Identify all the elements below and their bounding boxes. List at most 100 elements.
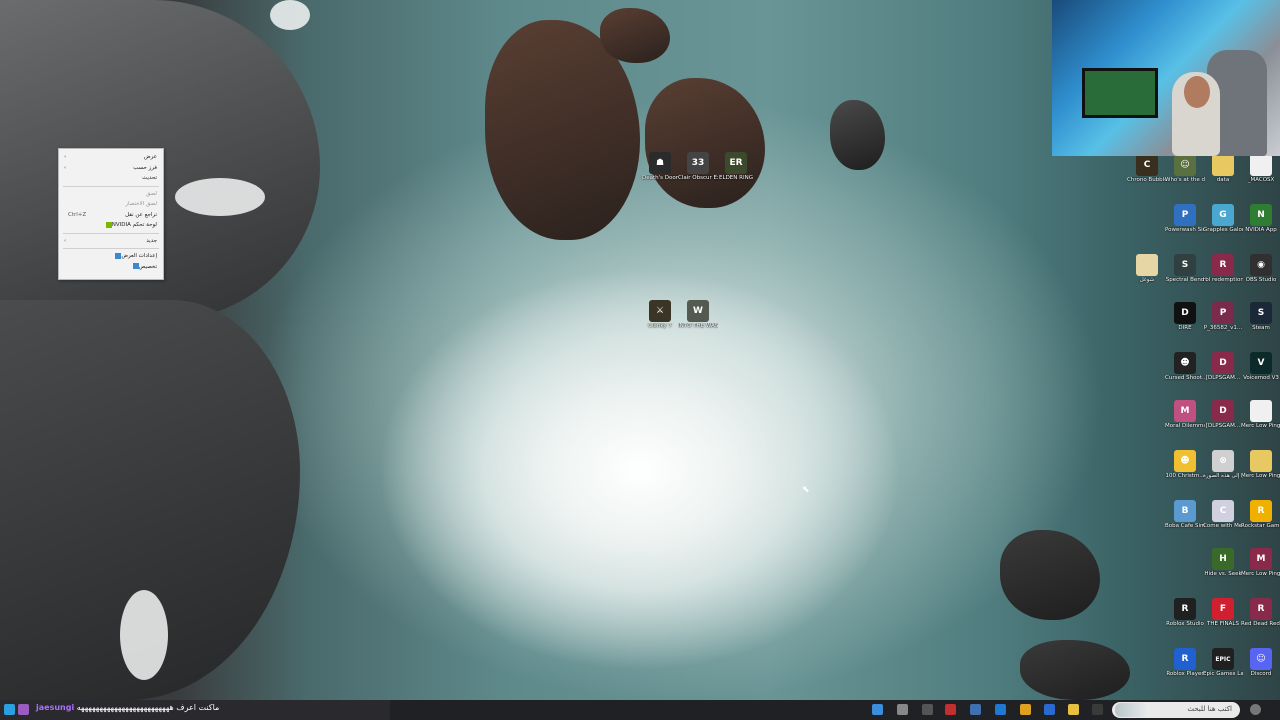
- desktop-icon-label: Boba Cafe Simulat...: [1165, 523, 1205, 529]
- desktop-icon[interactable]: P P_36582_v1...: [1203, 302, 1243, 332]
- desktop-icon[interactable]: Rrbl redemption: [1203, 254, 1243, 284]
- menu-item[interactable]: تحديث: [59, 173, 163, 184]
- desktop-icon[interactable]: data: [1203, 154, 1243, 184]
- desktop-icon[interactable]: ☻ Cursed Shoot...: [1165, 352, 1205, 382]
- desktop-icon-label: Clair Obscur Expedition 33: [678, 175, 718, 181]
- desktop-icon[interactable]: F THE FINALS: [1203, 598, 1243, 628]
- desktop-icon[interactable]: H Hide vs. Seek: [1203, 548, 1243, 578]
- menu-item[interactable]: لوحة تحكم NVIDIA: [59, 220, 163, 231]
- menu-separator: [63, 185, 159, 187]
- desktop-icon[interactable]: V Voicemod V3: [1241, 352, 1280, 382]
- desktop-icon[interactable]: S Spectral Bend: [1165, 254, 1205, 284]
- file-explorer-icon[interactable]: [1068, 704, 1079, 715]
- desktop-icon-label: Come with Me...: [1203, 523, 1243, 529]
- stream-chat-bar: jaesungi ماكنت اعرف هههههههههههههههههههه…: [0, 700, 390, 720]
- desktop-icon[interactable]: ☺Who's at the door Demo: [1165, 154, 1205, 184]
- desktop-icon[interactable]: _MACOSX: [1241, 154, 1280, 184]
- app-icon[interactable]: [4, 704, 15, 715]
- desktop-icon[interactable]: S Steam: [1241, 302, 1280, 332]
- menu-separator: [63, 248, 159, 249]
- desktop-icon[interactable]: R Roblox Player: [1165, 648, 1205, 678]
- app-icon: [1250, 450, 1272, 472]
- pinned-app-icon[interactable]: [995, 704, 1006, 715]
- submenu-arrow-icon: ‹: [64, 237, 67, 244]
- menu-item: لصق: [59, 189, 163, 200]
- pinned-app-icon[interactable]: [872, 704, 883, 715]
- app-icon: N: [1250, 204, 1272, 226]
- menu-shortcut: Ctrl+Z: [68, 211, 87, 218]
- desktop-icon-label: Rockstar Games: [1241, 523, 1280, 529]
- desktop-icon[interactable]: ☻ 100 Christm...: [1165, 450, 1205, 480]
- desktop-icon[interactable]: ◉ OBS Studio: [1241, 254, 1280, 284]
- desktop-icon[interactable]: RRockstar Games: [1241, 500, 1280, 530]
- app-icon[interactable]: [18, 704, 29, 715]
- desktop-icon[interactable]: EPICEpic Games Launcher: [1203, 648, 1243, 678]
- desktop-icon[interactable]: R Roblox Studio: [1165, 598, 1205, 628]
- desktop-icon[interactable]: 33Clair Obscur Expedition 33: [678, 152, 718, 182]
- menu-item[interactable]: جديد ‹: [59, 236, 163, 247]
- menu-item[interactable]: تخصيص: [59, 262, 163, 273]
- desktop-icon-label: Grapples Galore: [1203, 227, 1243, 233]
- desktop-icon[interactable]: N NVIDIA App: [1241, 204, 1280, 234]
- webcam-overlay: [1052, 0, 1280, 156]
- desktop-icon[interactable]: ☗ Death's Door: [640, 152, 680, 182]
- pinned-app-icon[interactable]: [1044, 704, 1055, 715]
- desktop-icon-label: NVIDIA App: [1245, 227, 1277, 233]
- submenu-arrow-icon: ‹: [64, 164, 67, 171]
- settings-icon[interactable]: [897, 704, 908, 715]
- desktop-icon[interactable]: RRed Dead Redempti...: [1241, 598, 1280, 628]
- app-icon: ☗: [649, 152, 671, 174]
- desktop-icon[interactable]: CChrono Bubble T: [1127, 154, 1167, 184]
- pinned-app-icon[interactable]: [922, 704, 933, 715]
- webcam-monitor: [1082, 68, 1158, 118]
- desktop-icon[interactable]: MMoral Dilemma T...: [1165, 400, 1205, 430]
- desktop-icon-label: Merc Low Ping-2025...: [1241, 473, 1280, 479]
- app-icon: ⚔: [649, 300, 671, 322]
- menu-item[interactable]: إعدادات العرض: [59, 251, 163, 262]
- desktop-icon[interactable]: شوغل: [1127, 254, 1167, 284]
- desktop-icon-label: Moral Dilemma T...: [1165, 423, 1205, 429]
- desktop-icon[interactable]: GGrapples Galore: [1203, 204, 1243, 234]
- desktop-icon[interactable]: D [DLPSGAM...: [1203, 352, 1243, 382]
- pinned-app-icon[interactable]: [970, 704, 981, 715]
- desktop-icon[interactable]: ⊗عرف إلى هذه الصورة: [1203, 450, 1243, 480]
- app-icon: [1250, 154, 1272, 176]
- chrome-icon[interactable]: [1020, 704, 1031, 715]
- chat-message: ماكنت اعرف هههههههههههههههههههههههههه: [76, 703, 220, 712]
- desktop-icon[interactable]: ☺ Discord: [1241, 648, 1280, 678]
- pinned-app-icon[interactable]: [945, 704, 956, 715]
- desktop-icon[interactable]: ⚔ Clanky 7: [640, 300, 680, 330]
- desktop-icon[interactable]: CCome with Me...: [1203, 500, 1243, 530]
- desktop-icon-label: Spectral Bend: [1165, 277, 1205, 283]
- app-icon: G: [1212, 204, 1234, 226]
- desktop-icon[interactable]: Merc Low Ping-2025...: [1241, 450, 1280, 480]
- menu-item-label: جديد: [146, 237, 157, 244]
- desktop-icon[interactable]: MMerc Low Ping-2025...: [1241, 548, 1280, 578]
- app-icon: S: [1174, 254, 1196, 276]
- submenu-arrow-icon: ‹: [64, 154, 67, 160]
- desktop-icon[interactable]: BBoba Cafe Simulat...: [1165, 500, 1205, 530]
- desktop-icon-label: Who's at the door Demo: [1165, 177, 1205, 183]
- menu-item[interactable]: عرض ‹: [59, 152, 163, 163]
- desktop-icon-label: OBS Studio: [1245, 277, 1277, 283]
- desktop-icon-label: Merc Low Ping-2025...: [1241, 571, 1280, 577]
- task-view-icon[interactable]: [1092, 704, 1103, 715]
- app-icon: R: [1174, 598, 1196, 620]
- desktop-icon-label: rbl redemption: [1203, 277, 1243, 283]
- chat-line: jaesungi ماكنت اعرف هههههههههههههههههههه…: [36, 703, 219, 712]
- desktop-icon[interactable]: WINTO THE WASTEL...: [678, 300, 718, 330]
- search-icon[interactable]: [1250, 704, 1261, 715]
- desktop-icon[interactable]: ER ELDEN RING: [716, 152, 756, 182]
- menu-item[interactable]: فرز حسب ‹: [59, 163, 163, 174]
- desktop-icon[interactable]: PPowerwash Simulator: [1165, 204, 1205, 234]
- desktop-icon-label: عرف إلى هذه الصورة: [1203, 473, 1243, 479]
- desktop-icon[interactable]: Merc Low Ping...: [1241, 400, 1280, 430]
- desktop-icon-label: ELDEN RING: [719, 175, 753, 181]
- desktop-icon[interactable]: D [DLPSGAM...: [1203, 400, 1243, 430]
- app-icon: D: [1212, 352, 1234, 374]
- search-box[interactable]: اكتب هنا للبحث: [1112, 702, 1240, 718]
- desktop-icon-label: INTO THE WASTEL...: [678, 323, 718, 329]
- menu-item[interactable]: تراجع عن نقل Ctrl+Z: [59, 210, 163, 221]
- desktop-icon[interactable]: D DIRE: [1165, 302, 1205, 332]
- desktop-icon-label: 100 Christm...: [1165, 473, 1205, 479]
